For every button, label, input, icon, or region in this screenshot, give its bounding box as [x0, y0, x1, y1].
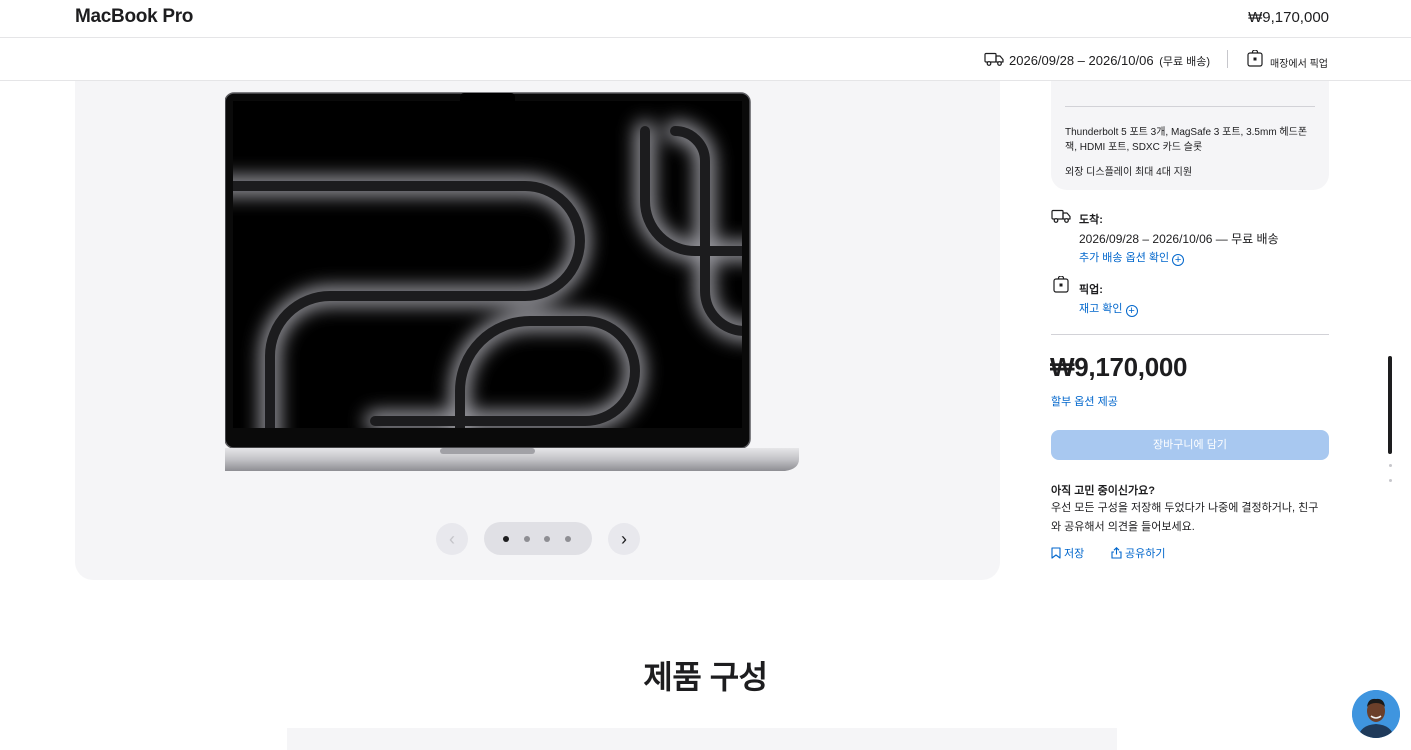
- share-label: 공유하기: [1125, 548, 1166, 560]
- pagination-dot[interactable]: [565, 536, 571, 542]
- shopping-bag-icon: [1247, 50, 1263, 67]
- bookmark-icon: [1051, 547, 1061, 559]
- macbook-pro-image: [225, 92, 799, 471]
- total-price: ₩9,170,000: [1050, 352, 1188, 382]
- configuration-panel: [287, 728, 1117, 750]
- installment-options-link[interactable]: 할부 옵션 제공: [1051, 393, 1118, 409]
- shopping-bag-icon: [1053, 276, 1069, 293]
- delivery-bar: 2026/09/28 – 2026/10/06 (무료 배송) 매장에서 픽업: [0, 38, 1411, 81]
- pagination-dot[interactable]: [503, 536, 509, 542]
- divider: [1065, 106, 1315, 107]
- plus-circle-icon: +: [1172, 254, 1185, 266]
- pagination-dot[interactable]: [524, 536, 530, 542]
- chat-specialist-avatar[interactable]: [1352, 690, 1400, 738]
- plus-circle-icon: +: [1125, 305, 1138, 317]
- spec-summary-card: Thunderbolt 5 포트 3개, MagSafe 3 포트, 3.5mm…: [1051, 81, 1329, 190]
- gallery-next-button[interactable]: ›: [608, 523, 640, 555]
- save-link[interactable]: 저장: [1051, 545, 1084, 561]
- section-title: 제품 구성: [643, 659, 768, 695]
- divider: [1227, 50, 1228, 68]
- share-icon: [1111, 547, 1122, 559]
- truck-icon: [1051, 209, 1071, 223]
- chevron-right-icon: ›: [621, 529, 627, 549]
- chevron-left-icon: ‹: [449, 529, 455, 549]
- arrival-label: 도착:: [1079, 214, 1103, 226]
- pickup-label: 픽업:: [1079, 284, 1103, 296]
- delivery-dates: 2026/09/28 – 2026/10/06 (무료 배송): [1009, 53, 1210, 69]
- scroll-indicator[interactable]: [1388, 356, 1392, 454]
- product-title: MacBook Pro: [75, 6, 194, 27]
- arrival-dates: 2026/09/28 – 2026/10/06 — 무료 배송: [1079, 232, 1279, 246]
- undecided-title: 아직 고민 중이신가요?: [1051, 485, 1155, 497]
- save-label: 저장: [1064, 548, 1085, 560]
- delivery-dates-text: 2026/09/28 – 2026/10/06: [1009, 53, 1154, 68]
- top-bar: MacBook Pro ₩9,170,000: [0, 0, 1411, 38]
- spec-display: 외장 디스플레이 최대 4대 지원: [1065, 167, 1193, 178]
- store-pickup-link[interactable]: 매장에서 픽업: [1270, 55, 1328, 70]
- share-link[interactable]: 공유하기: [1111, 545, 1165, 561]
- more-shipping-label: 추가 배송 옵션 확인: [1079, 252, 1170, 264]
- undecided-body: 우선 모든 구성을 저장해 두었다가 나중에 결정하거나, 친구와 공유해서 의…: [1051, 502, 1319, 533]
- pagination-dot[interactable]: [544, 536, 550, 542]
- check-stock-label: 재고 확인: [1079, 303, 1123, 315]
- divider: [1051, 334, 1329, 335]
- product-gallery: ‹ ›: [75, 81, 1000, 580]
- check-stock-link[interactable]: 재고 확인 +: [1079, 300, 1138, 317]
- spec-ports: Thunderbolt 5 포트 3개, MagSafe 3 포트, 3.5mm…: [1065, 127, 1308, 153]
- gallery-pagination: [484, 522, 592, 555]
- free-shipping-label: (무료 배송): [1159, 56, 1211, 68]
- add-to-cart-button[interactable]: 장바구니에 담기: [1051, 430, 1329, 460]
- more-shipping-options-link[interactable]: 추가 배송 옵션 확인 +: [1079, 249, 1185, 266]
- scroll-dot[interactable]: [1389, 464, 1392, 467]
- scroll-dot[interactable]: [1389, 479, 1392, 482]
- header-price: ₩9,170,000: [1248, 9, 1329, 26]
- person-icon: [1352, 690, 1400, 738]
- gallery-prev-button[interactable]: ‹: [436, 523, 468, 555]
- truck-icon: [984, 52, 1004, 66]
